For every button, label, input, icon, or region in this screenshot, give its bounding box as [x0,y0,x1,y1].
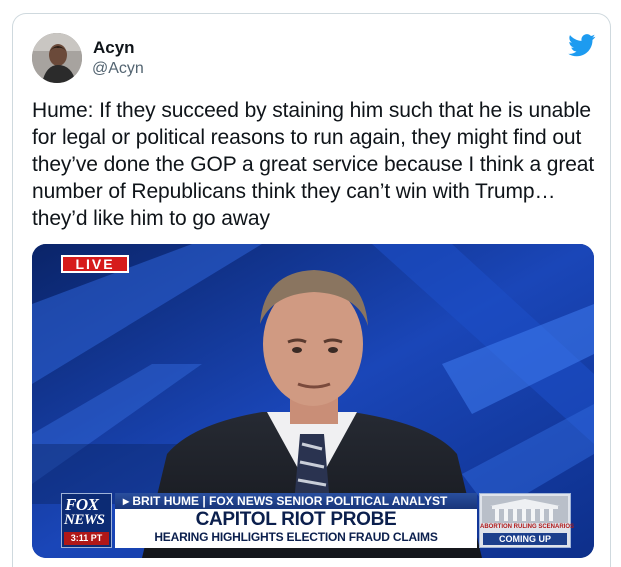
live-badge: LIVE [61,255,129,273]
avatar[interactable] [32,33,82,83]
avatar-photo [32,33,82,83]
promo-box: ABORTION RULING SCENARIOS COMING UP [479,493,575,548]
twitter-bird-icon[interactable] [568,34,596,57]
network-line2: NEWS [64,512,105,528]
promo-caption: ABORTION RULING SCENARIOS [480,524,575,530]
subheadline: HEARING HIGHLIGHTS ELECTION FRAUD CLAIMS [154,530,438,544]
author-handle[interactable]: @Acyn [92,60,144,78]
author-name[interactable]: Acyn [93,38,135,58]
coming-up-label: COMING UP [483,533,567,545]
lower-third-name: ▸ BRIT HUME | FOX NEWS SENIOR POLITICAL … [115,493,477,509]
video-player[interactable]: LIVE FOX NEWS 3:11 PT ▸ BRIT HUME | FOX … [32,244,594,558]
building-icon [482,496,568,523]
tweet-text: Hume: If they succeed by staining him su… [32,99,595,230]
headline: CAPITOL RIOT PROBE [195,509,397,530]
lower-third: CAPITOL RIOT PROBE HEARING HIGHLIGHTS EL… [115,509,477,548]
fox-news-logo: FOX NEWS 3:11 PT [61,493,112,548]
tweet-card[interactable]: Acyn @Acyn Hume: If they succeed by stai… [12,13,611,567]
clock: 3:11 PT [64,532,109,545]
